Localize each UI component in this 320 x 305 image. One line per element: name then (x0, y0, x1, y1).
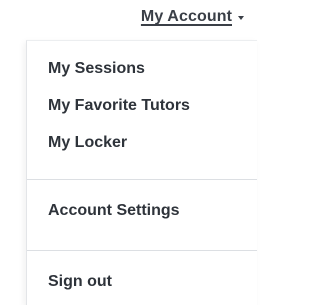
signout-menu-group: Sign out (27, 251, 257, 292)
my-account-label[interactable]: My Account (141, 8, 232, 26)
settings-menu-group: Account Settings (27, 180, 257, 221)
my-account-toggle[interactable]: My Account (141, 8, 244, 26)
account-dropdown-menu: My Sessions My Favorite Tutors My Locker… (26, 40, 257, 305)
account-menu-screen: My Account My Sessions My Favorite Tutor… (0, 0, 257, 305)
menu-item-sign-out[interactable]: Sign out (27, 272, 257, 292)
menu-item-account-settings[interactable]: Account Settings (27, 201, 257, 221)
chevron-down-icon[interactable] (238, 15, 244, 20)
menu-item-my-sessions[interactable]: My Sessions (27, 59, 257, 79)
menu-item-my-favorite-tutors[interactable]: My Favorite Tutors (27, 96, 257, 116)
primary-menu-group: My Sessions My Favorite Tutors My Locker (27, 41, 257, 153)
menu-item-my-locker[interactable]: My Locker (27, 133, 257, 153)
